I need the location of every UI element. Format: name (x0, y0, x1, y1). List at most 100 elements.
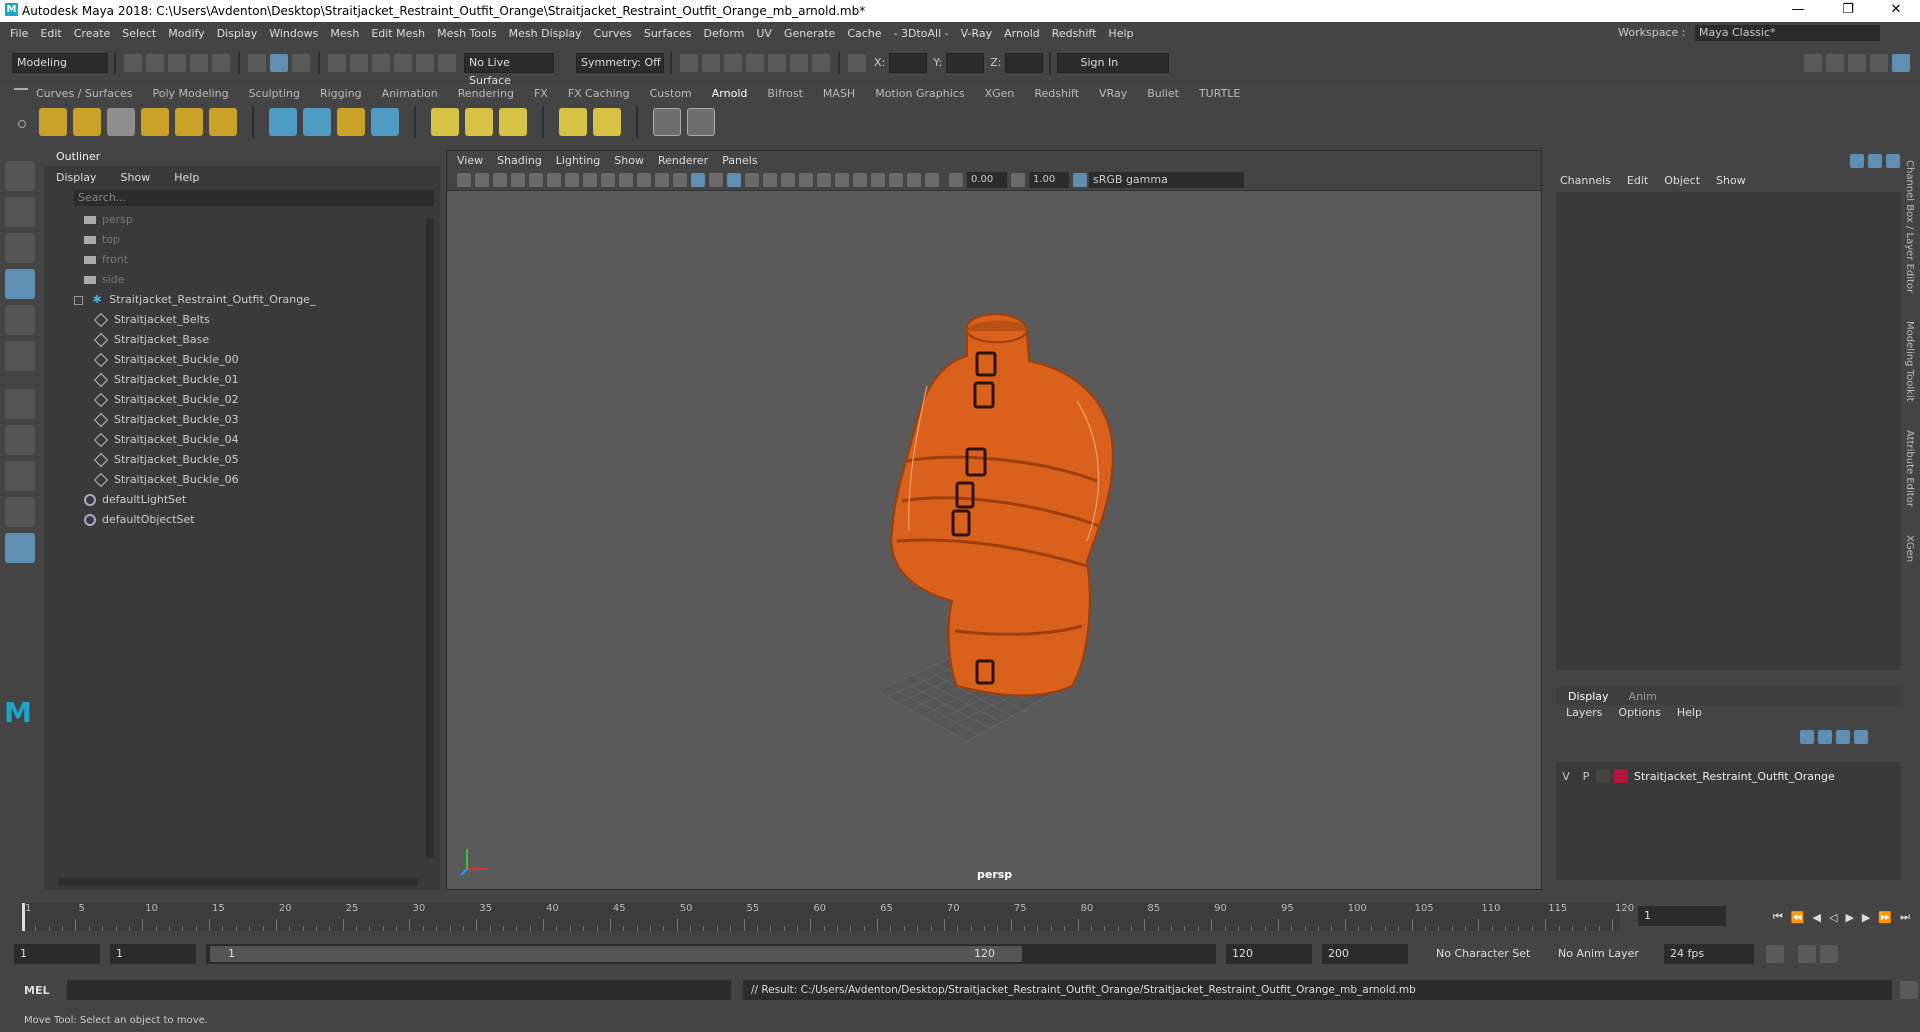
persp-outliner-layout-icon[interactable] (5, 533, 35, 563)
rotate-tool-icon[interactable] (5, 305, 35, 335)
2d-pan-zoom-icon[interactable] (511, 172, 525, 187)
character-controls-icon[interactable] (1826, 53, 1844, 72)
outliner-item-buckle-02[interactable]: Straitjacket_Buckle_02 (93, 390, 440, 410)
menu-modify[interactable]: Modify (168, 27, 204, 40)
time-slider[interactable]: 1 5 10 15 20 25 30 35 40 45 50 55 60 65 70 75 80 85 90 95 10… (20, 903, 1726, 931)
shelf-tab-curves-surfaces[interactable]: Curves / Surfaces (36, 87, 133, 100)
render-preview-icon[interactable] (653, 108, 681, 136)
viewport-menu-view[interactable]: View (457, 154, 483, 167)
tx-manager-icon[interactable] (431, 108, 459, 136)
viewport-menu-panels[interactable]: Panels (722, 154, 757, 167)
channel-menu-object[interactable]: Object (1664, 174, 1700, 187)
layer-row[interactable]: V P Straitjacket_Restraint_Outfit_Orange (1556, 766, 1901, 786)
outliner-item-buckle-05[interactable]: Straitjacket_Buckle_05 (93, 450, 440, 470)
range-slider-handle[interactable] (210, 946, 1022, 962)
outliner-menu-display[interactable]: Display (56, 171, 97, 184)
maximize-button[interactable]: ❐ (1826, 2, 1870, 20)
menu-arnold[interactable]: Arnold (1004, 27, 1040, 40)
snap-point-icon[interactable] (372, 53, 390, 72)
new-scene-icon[interactable] (124, 53, 142, 72)
gamma-field[interactable]: 1.00 (1029, 171, 1069, 188)
mel-label[interactable]: MEL (24, 984, 49, 997)
outliner-item-buckle-00[interactable]: Straitjacket_Buckle_00 (93, 350, 440, 370)
menu-mesh-display[interactable]: Mesh Display (509, 27, 582, 40)
mel-input[interactable] (67, 980, 731, 1000)
xray-joints-icon[interactable] (907, 172, 921, 187)
step-back-key-icon[interactable]: ⏪ (1791, 911, 1805, 924)
viewport-menu-shading[interactable]: Shading (497, 154, 542, 167)
menu-windows[interactable]: Windows (269, 27, 318, 40)
input-mode-icon[interactable] (848, 53, 866, 72)
render-frame-icon[interactable] (680, 53, 698, 72)
outliner-item-group[interactable]: ✱ Straitjacket_Restraint_Outfit_Orange_ (44, 290, 440, 310)
use-all-lights-icon[interactable] (763, 172, 777, 187)
move-layer-up-icon[interactable] (1800, 730, 1814, 744)
move-tool-icon[interactable] (5, 269, 35, 299)
viewport-menu-renderer[interactable]: Renderer (658, 154, 708, 167)
layer-menu-layers[interactable]: Layers (1566, 706, 1602, 719)
snap-live-icon[interactable] (416, 53, 434, 72)
outliner-horizontal-scrollbar[interactable] (58, 878, 418, 886)
resolution-gate-icon[interactable] (583, 172, 597, 187)
layer-playback-toggle[interactable]: P (1576, 770, 1596, 783)
side-tab-attribute-editor[interactable]: Attribute Editor (1904, 430, 1915, 507)
outliner-item-front[interactable]: front (84, 250, 440, 270)
area-light-icon[interactable] (39, 108, 67, 136)
open-scene-icon[interactable] (146, 53, 164, 72)
color-management-icon[interactable] (1073, 172, 1087, 187)
safe-title-icon[interactable] (655, 172, 669, 187)
range-slider[interactable]: 1 120 (206, 944, 1216, 964)
light-portal-icon[interactable] (175, 108, 203, 136)
pause-icon[interactable] (812, 53, 830, 72)
channel-menu-show[interactable]: Show (1716, 174, 1746, 187)
shelf-tab-vray[interactable]: VRay (1099, 87, 1127, 100)
snap-grid-icon[interactable] (328, 53, 346, 72)
outliner-search-input[interactable]: Search... (74, 190, 434, 206)
outliner-item-default-light-set[interactable]: defaultLightSet (84, 490, 440, 510)
straitjacket-model[interactable] (847, 291, 1167, 761)
flush-caches-icon[interactable] (499, 108, 527, 136)
outliner-menu-help[interactable]: Help (174, 171, 199, 184)
film-gate-icon[interactable] (565, 172, 579, 187)
tab-anim[interactable]: Anim (1629, 690, 1657, 703)
current-time-marker[interactable] (22, 903, 25, 931)
menu-surfaces[interactable]: Surfaces (644, 27, 692, 40)
undo-icon[interactable] (190, 53, 208, 72)
time-ruler[interactable]: 1 5 10 15 20 25 30 35 40 45 50 55 60 65 70 75 80 85 90 95 10… (20, 903, 1634, 931)
ipr-render-icon[interactable] (724, 53, 742, 72)
live-surface-dropdown[interactable]: No Live Surface (464, 52, 554, 87)
animation-preferences-icon[interactable] (1820, 945, 1838, 963)
single-perspective-layout-icon[interactable] (5, 425, 35, 455)
create-standin-icon[interactable] (303, 108, 331, 136)
physical-sky-icon[interactable] (209, 108, 237, 136)
channel-pin-icon[interactable] (1850, 154, 1864, 168)
grease-pencil-icon[interactable] (529, 172, 543, 187)
channel-menu-channels[interactable]: Channels (1560, 174, 1611, 187)
bookmark-icon[interactable] (475, 172, 489, 187)
four-view-layout-icon[interactable] (5, 461, 35, 491)
render-settings-icon[interactable] (746, 53, 764, 72)
close-button[interactable]: ✕ (1874, 2, 1918, 20)
safe-action-icon[interactable] (637, 172, 651, 187)
menu-uv[interactable]: UV (756, 27, 772, 40)
select-component-icon[interactable] (292, 53, 310, 72)
start-time-field[interactable]: 1 (14, 944, 100, 964)
xray-components-icon[interactable] (925, 172, 939, 187)
outliner-item-buckle-06[interactable]: Straitjacket_Buckle_06 (93, 470, 440, 490)
channel-settings-icon[interactable] (1886, 154, 1900, 168)
layer-menu-options[interactable]: Options (1618, 706, 1660, 719)
go-to-end-icon[interactable]: ⏭ (1900, 910, 1910, 924)
layer-menu-help[interactable]: Help (1677, 706, 1702, 719)
step-back-frame-icon[interactable]: ◀ (1813, 911, 1821, 924)
menu-generate[interactable]: Generate (784, 27, 835, 40)
minimize-button[interactable]: — (1776, 2, 1820, 20)
shelf-tab-animation[interactable]: Animation (382, 87, 438, 100)
z-coordinate-field[interactable] (1005, 52, 1044, 73)
wireframe-icon[interactable] (673, 172, 687, 187)
menu-curves[interactable]: Curves (594, 27, 632, 40)
save-scene-icon[interactable] (168, 53, 186, 72)
photometric-light-icon[interactable] (107, 108, 135, 136)
arnold-render-icon[interactable] (790, 53, 808, 72)
select-object-icon[interactable] (270, 53, 288, 72)
outliner-item-buckle-04[interactable]: Straitjacket_Buckle_04 (93, 430, 440, 450)
